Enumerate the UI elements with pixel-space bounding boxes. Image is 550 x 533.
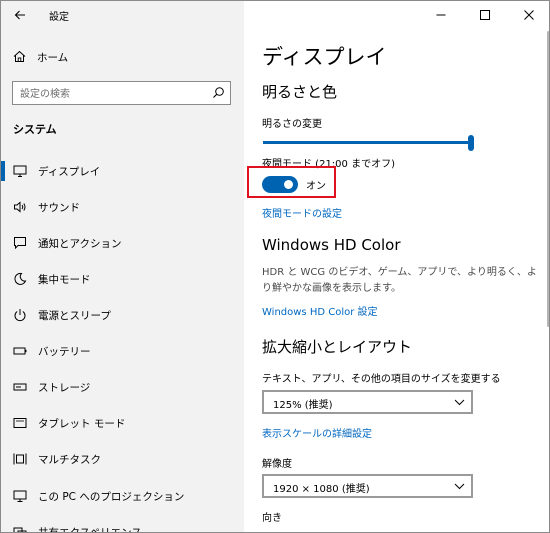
back-arrow-icon: [14, 10, 25, 20]
storage-icon: [13, 383, 27, 391]
toggle-knob: [284, 180, 293, 189]
scale-dropdown-value: 125% (推奨): [273, 400, 333, 411]
notification-icon: [14, 237, 26, 250]
monitor-icon: [13, 165, 27, 177]
slider-track: [263, 141, 470, 144]
chevron-down-icon: [454, 399, 465, 406]
sidebar-item-label: 通知とアクション: [38, 238, 122, 250]
multitask-icon: [13, 453, 27, 465]
orientation-label: 向き: [262, 513, 282, 524]
sidebar-item-label: ディスプレイ: [38, 166, 101, 178]
search-box[interactable]: [12, 81, 231, 106]
advanced-scaling-link[interactable]: 表示スケールの詳細設定: [262, 425, 372, 440]
power-icon: [14, 309, 26, 322]
resolution-dropdown[interactable]: 1920 × 1080 (推奨): [262, 474, 473, 498]
brightness-slider[interactable]: [263, 135, 474, 151]
sidebar-item-multitasking[interactable]: マルチタスク: [1, 442, 244, 476]
home-nav-item[interactable]: ホーム: [1, 43, 244, 71]
night-light-settings-link[interactable]: 夜間モードの設定: [262, 205, 342, 220]
close-button[interactable]: [507, 1, 549, 29]
scale-dropdown[interactable]: 125% (推奨): [262, 390, 473, 414]
share-icon: [13, 527, 27, 532]
hd-color-settings-link[interactable]: Windows HD Color 設定: [262, 303, 378, 318]
sidebar-item-label: サウンド: [38, 202, 80, 214]
night-light-toggle-row[interactable]: オン: [262, 173, 348, 197]
search-icon[interactable]: [212, 86, 225, 99]
main-pane: ディスプレイ 明るさと色 明るさの変更 夜間モード (21:00 までオフ) オ…: [244, 1, 549, 532]
hd-color-description: HDR と WCG のビデオ、ゲーム、アプリで、より明るく、より鮮やかな画像を表…: [262, 267, 537, 294]
page-title: ディスプレイ: [262, 45, 387, 69]
close-icon: [524, 10, 534, 20]
sidebar-item-label: バッテリー: [38, 346, 91, 358]
resolution-dropdown-value: 1920 × 1080 (推奨): [273, 484, 370, 495]
sidebar-item-label: この PC へのプロジェクション: [38, 491, 185, 503]
sidebar-item-label: タブレット モード: [38, 418, 126, 430]
minimize-button[interactable]: [419, 1, 463, 29]
sidebar-item-focus-assist[interactable]: 集中モード: [1, 262, 244, 296]
sidebar-item-label: マルチタスク: [38, 454, 101, 466]
moon-icon: [14, 272, 27, 285]
maximize-button[interactable]: [463, 1, 507, 29]
home-label: ホーム: [37, 52, 69, 64]
projection-icon: [13, 490, 27, 502]
minimize-icon: [436, 14, 446, 16]
chevron-down-icon: [454, 483, 465, 490]
speaker-icon: [14, 201, 26, 213]
sidebar-item-storage[interactable]: ストレージ: [1, 370, 244, 404]
home-icon: [13, 50, 26, 62]
toggle-state-label: オン: [306, 181, 326, 192]
brightness-slider-label: 明るさの変更: [262, 119, 322, 130]
maximize-icon: [480, 10, 490, 20]
sidebar-item-shared-experiences[interactable]: 共有エクスペリエンス: [1, 515, 244, 533]
sidebar-item-label: 電源とスリープ: [38, 310, 111, 322]
night-light-toggle[interactable]: [262, 176, 298, 193]
scale-layout-heading: 拡大縮小とレイアウト: [262, 338, 413, 356]
battery-icon: [13, 347, 27, 355]
sidebar-item-label: 共有エクスペリエンス: [38, 527, 142, 533]
section-label-system: システム: [13, 123, 57, 136]
search-input[interactable]: [13, 83, 203, 106]
text-size-label: テキスト、アプリ、その他の項目のサイズを変更する: [262, 374, 501, 385]
app-title: 設定: [49, 12, 69, 23]
hd-color-heading: Windows HD Color: [262, 236, 401, 254]
slider-thumb[interactable]: [468, 135, 474, 151]
sidebar-item-notifications[interactable]: 通知とアクション: [1, 226, 244, 260]
settings-window: 設定 ホーム システム ディスプレイ サウンド 通知とアクション 集中モード: [0, 0, 550, 533]
sidebar-item-sound[interactable]: サウンド: [1, 190, 244, 224]
sidebar-item-battery[interactable]: バッテリー: [1, 334, 244, 368]
sidebar-item-power[interactable]: 電源とスリープ: [1, 298, 244, 332]
sidebar-item-label: 集中モード: [38, 274, 91, 286]
resolution-label: 解像度: [262, 459, 292, 470]
sidebar-item-projection[interactable]: この PC へのプロジェクション: [1, 479, 244, 513]
brightness-heading: 明るさと色: [262, 83, 338, 101]
title-bar: 設定: [1, 1, 244, 31]
back-button[interactable]: [9, 5, 31, 25]
tablet-icon: [13, 418, 27, 428]
sidebar-item-tablet-mode[interactable]: タブレット モード: [1, 406, 244, 440]
sidebar-item-label: ストレージ: [38, 382, 91, 394]
sidebar: 設定 ホーム システム ディスプレイ サウンド 通知とアクション 集中モード: [1, 1, 244, 533]
sidebar-item-display[interactable]: ディスプレイ: [1, 154, 244, 188]
window-controls: [419, 1, 549, 29]
